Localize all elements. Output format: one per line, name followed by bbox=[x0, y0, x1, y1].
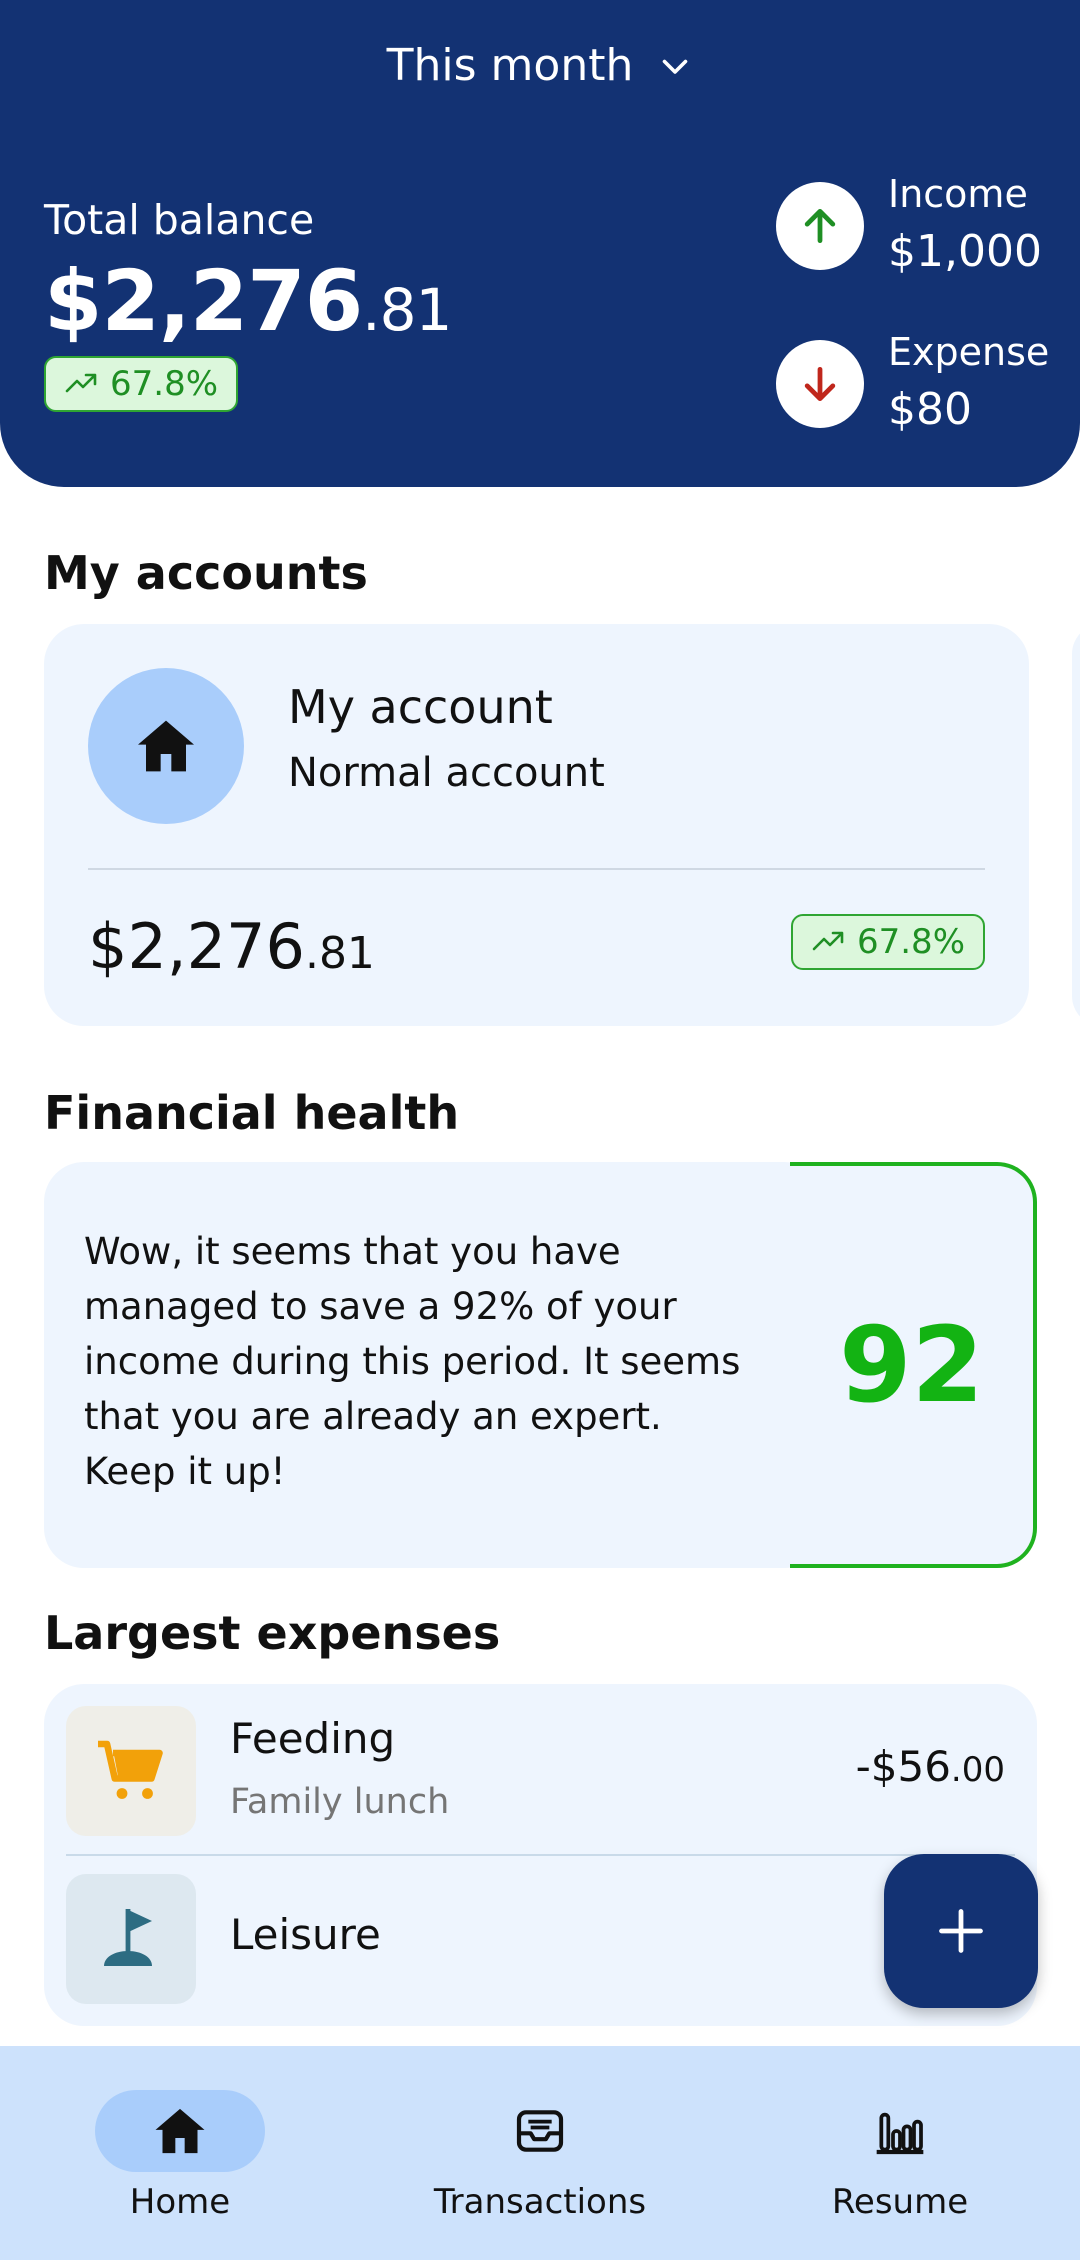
health-section-title: Financial health bbox=[44, 1086, 460, 1140]
nav-item-transactions[interactable]: Transactions bbox=[390, 2090, 690, 2222]
expense-indicator bbox=[776, 340, 864, 428]
next-account-card-peek[interactable] bbox=[1072, 624, 1080, 1026]
nav-item-home[interactable]: Home bbox=[30, 2090, 330, 2222]
expense-label: Expense bbox=[888, 330, 1050, 374]
nav-icon-container bbox=[455, 2090, 625, 2172]
nav-label: Transactions bbox=[433, 2182, 647, 2222]
divider bbox=[66, 1854, 1015, 1856]
health-score: 92 bbox=[839, 1304, 984, 1426]
account-type: Normal account bbox=[288, 750, 605, 796]
balance-change-badge: 67.8% bbox=[44, 356, 239, 412]
bar-chart-icon bbox=[876, 2112, 924, 2155]
nav-item-resume[interactable]: Resume bbox=[750, 2090, 1050, 2222]
expense-category: Leisure bbox=[230, 1910, 381, 1959]
nav-icon-container bbox=[815, 2090, 985, 2172]
summary-header: This month Total balance $2,276.81 67.8%… bbox=[0, 0, 1080, 487]
total-balance-label: Total balance bbox=[44, 196, 315, 244]
nav-label: Home bbox=[129, 2182, 231, 2222]
expense-value: $80 bbox=[888, 384, 972, 435]
account-card[interactable]: My account Normal account $2,276.81 67.8… bbox=[44, 624, 1029, 1026]
period-label: This month bbox=[386, 40, 634, 91]
nav-label: Resume bbox=[831, 2182, 969, 2222]
accounts-section-title: My accounts bbox=[44, 546, 368, 600]
home-icon bbox=[138, 720, 194, 772]
expense-amount: -$56.00 bbox=[855, 1742, 1005, 1791]
cart-icon bbox=[98, 1740, 163, 1799]
arrow-up-icon bbox=[804, 208, 836, 244]
income-value: $1,000 bbox=[888, 226, 1042, 277]
account-amount: $2,276.81 bbox=[88, 910, 375, 983]
health-card: Wow, it seems that you have managed to s… bbox=[44, 1162, 824, 1568]
flag-icon bbox=[104, 1909, 152, 1966]
total-balance-amount: $2,276.81 bbox=[44, 252, 452, 350]
bottom-navigation: Home Transactions Resume bbox=[0, 2046, 1080, 2260]
health-score-box: 92 bbox=[790, 1162, 1037, 1568]
account-name: My account bbox=[288, 680, 553, 734]
period-selector[interactable]: This month bbox=[0, 40, 1080, 91]
expense-icon-box bbox=[66, 1874, 196, 2004]
home-icon bbox=[155, 2108, 205, 2154]
trending-up-icon bbox=[65, 373, 97, 393]
inbox-icon bbox=[516, 2110, 564, 2152]
account-avatar bbox=[88, 668, 244, 824]
divider bbox=[88, 868, 985, 870]
expense-icon-box bbox=[66, 1706, 196, 1836]
income-label: Income bbox=[888, 172, 1028, 216]
chevron-down-icon bbox=[663, 59, 688, 74]
expenses-section-title: Largest expenses bbox=[44, 1606, 501, 1660]
income-indicator bbox=[776, 182, 864, 270]
nav-active-indicator bbox=[95, 2090, 265, 2172]
account-change-badge: 67.8% bbox=[790, 914, 985, 970]
add-transaction-button[interactable] bbox=[884, 1854, 1038, 2008]
plus-icon bbox=[939, 1909, 983, 1953]
arrow-down-icon bbox=[804, 366, 836, 402]
expense-category: Feeding bbox=[230, 1714, 396, 1763]
trending-up-icon bbox=[812, 931, 844, 951]
health-message: Wow, it seems that you have managed to s… bbox=[84, 1230, 741, 1493]
expense-note: Family lunch bbox=[230, 1782, 450, 1822]
